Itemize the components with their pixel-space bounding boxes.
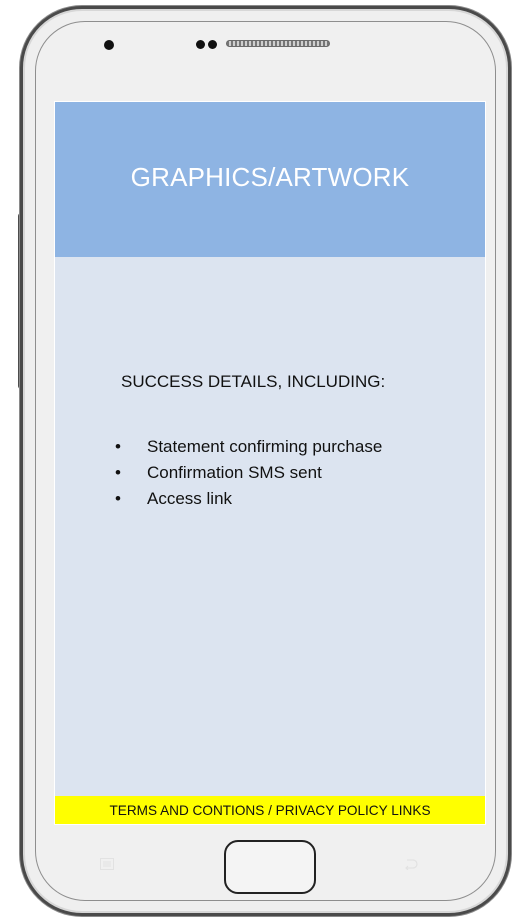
- app-screen: GRAPHICS/ARTWORK SUCCESS DETAILS, INCLUD…: [54, 101, 486, 825]
- list-item[interactable]: • Access link: [115, 486, 382, 512]
- sensor-icon: [196, 40, 205, 49]
- details-heading: SUCCESS DETAILS, INCLUDING:: [121, 372, 386, 391]
- speaker-grille-icon: [226, 40, 330, 47]
- home-button[interactable]: [224, 840, 316, 894]
- back-icon[interactable]: [404, 858, 418, 870]
- header-banner: GRAPHICS/ARTWORK: [55, 102, 485, 257]
- menu-icon[interactable]: [100, 858, 114, 870]
- list-item: • Statement confirming purchase: [115, 434, 382, 460]
- list-item-label: Statement confirming purchase: [147, 437, 383, 456]
- details-list: • Statement confirming purchase • Confir…: [115, 434, 382, 512]
- list-item: • Confirmation SMS sent: [115, 460, 382, 486]
- bullet-icon: •: [115, 437, 121, 456]
- front-camera-icon: [104, 40, 114, 50]
- terms-privacy-links[interactable]: TERMS AND CONTIONS / PRIVACY POLICY LINK…: [55, 796, 485, 824]
- bullet-icon: •: [115, 463, 121, 482]
- list-item-label: Confirmation SMS sent: [147, 463, 322, 482]
- bullet-icon: •: [115, 489, 121, 508]
- sensor-icon: [208, 40, 217, 49]
- header-title: GRAPHICS/ARTWORK: [130, 162, 410, 192]
- access-link[interactable]: Access link: [147, 489, 232, 508]
